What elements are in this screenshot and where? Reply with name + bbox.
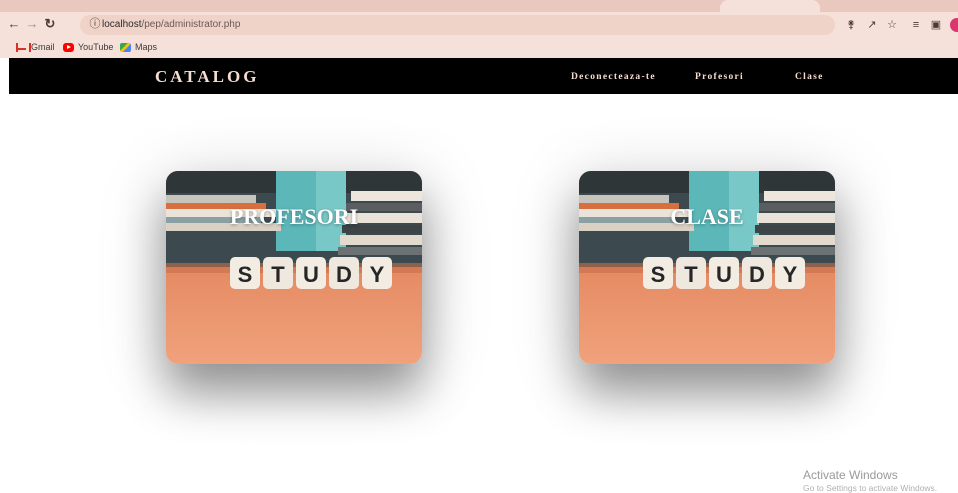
- nav-classes[interactable]: Clase: [795, 71, 824, 83]
- card-classes[interactable]: S T U D Y CLASE: [579, 171, 835, 364]
- card-title: CLASE: [670, 204, 744, 229]
- nav-teachers[interactable]: Profesori: [695, 71, 744, 83]
- svg-text:D: D: [336, 262, 352, 287]
- bookmark-label: YouTube: [78, 42, 114, 52]
- active-tab[interactable]: [720, 0, 820, 12]
- reading-list-icon[interactable]: ≡: [908, 17, 924, 33]
- maps-icon: [120, 42, 131, 52]
- study-image: S T U D Y: [166, 171, 422, 364]
- url-path: /pep/administrator.php: [141, 19, 241, 30]
- info-icon[interactable]: ⓘ: [88, 17, 102, 31]
- svg-text:U: U: [303, 262, 319, 287]
- browser-chrome: ← → ↻ ⓘ localhost/pep/administrator.php …: [0, 0, 958, 58]
- share-icon[interactable]: ↗: [864, 17, 880, 33]
- bookmark-youtube[interactable]: YouTube: [63, 40, 113, 54]
- bookmark-gmail[interactable]: Gmail: [16, 40, 55, 54]
- bookmark-label: Maps: [135, 42, 158, 52]
- browser-toolbar: ← → ↻ ⓘ localhost/pep/administrator.php …: [0, 14, 958, 36]
- bookmark-label: Gmail: [31, 42, 55, 52]
- arrow-left-icon[interactable]: ←: [6, 16, 22, 32]
- svg-text:Y: Y: [783, 262, 798, 287]
- star-icon[interactable]: ☆: [884, 17, 900, 33]
- card-teachers[interactable]: S T U D Y PROFESORI: [166, 171, 422, 364]
- site-logo[interactable]: CATALOG: [155, 68, 259, 86]
- side-panel-icon[interactable]: ▣: [928, 17, 944, 33]
- tab-strip: [0, 0, 958, 12]
- nav-logout[interactable]: Deconecteaza-te: [571, 71, 656, 83]
- svg-text:T: T: [684, 262, 698, 287]
- url-text[interactable]: localhost/pep/administrator.php: [102, 18, 240, 32]
- svg-text:U: U: [716, 262, 732, 287]
- card-title: PROFESORI: [229, 204, 359, 229]
- youtube-icon: [63, 42, 74, 52]
- profile-avatar[interactable]: [950, 18, 958, 32]
- svg-text:S: S: [238, 262, 253, 287]
- address-bar[interactable]: ⓘ localhost/pep/administrator.php: [80, 15, 835, 35]
- arrow-right-icon[interactable]: →: [24, 16, 40, 32]
- svg-text:T: T: [271, 262, 285, 287]
- key-icon[interactable]: ⚵: [843, 17, 859, 33]
- url-host: localhost: [102, 19, 142, 30]
- reload-icon[interactable]: ↻: [42, 16, 58, 32]
- activation-watermark-sub: Go to Settings to activate Windows.: [803, 483, 938, 493]
- gmail-icon: [16, 42, 31, 52]
- svg-text:S: S: [651, 262, 666, 287]
- bookmarks-bar: Gmail YouTube Maps: [0, 38, 958, 56]
- study-image: S T U D Y: [579, 171, 835, 364]
- svg-text:D: D: [749, 262, 765, 287]
- site-header: CATALOG Deconecteaza-te Profesori Clase: [9, 58, 958, 94]
- activation-watermark-title: Activate Windows: [803, 468, 898, 482]
- bookmark-maps[interactable]: Maps: [120, 40, 157, 54]
- svg-text:Y: Y: [370, 262, 385, 287]
